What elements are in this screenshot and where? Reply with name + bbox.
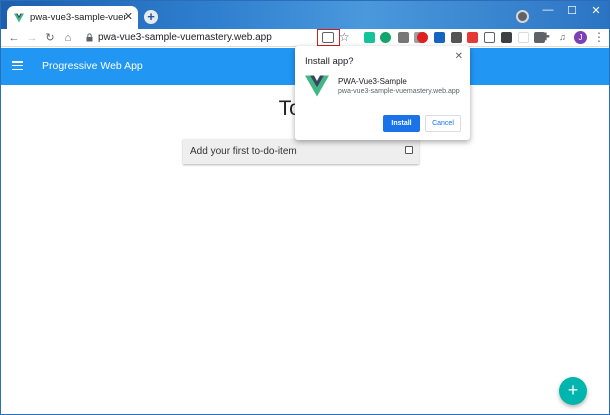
forward-button[interactable]: → xyxy=(25,31,39,45)
minimize-button[interactable]: — xyxy=(538,4,558,16)
bookmark-star-icon[interactable]: ☆ xyxy=(339,30,350,44)
opera-ext-icon[interactable] xyxy=(417,32,428,43)
lock-icon[interactable] xyxy=(86,33,93,42)
blank-ext-icon[interactable] xyxy=(518,32,529,43)
window-close-button[interactable]: ✕ xyxy=(586,4,606,17)
hamburger-menu-icon[interactable] xyxy=(12,61,23,71)
browser-tab[interactable]: pwa-vue3-sample-vuemastery ✕ xyxy=(7,6,138,29)
todo-item-text: Add your first to-do-item xyxy=(190,146,297,157)
square-ext-icon[interactable] xyxy=(398,32,409,43)
wallet-ext-icon[interactable] xyxy=(451,32,462,43)
install-app-icon[interactable] xyxy=(322,32,334,43)
app-title: Progressive Web App xyxy=(42,60,143,72)
add-todo-button[interactable]: + xyxy=(559,377,587,405)
browser-toolbar: ← → ↻ ⌂ pwa-vue3-sample-vuemastery.web.a… xyxy=(1,29,609,47)
todo-checkbox[interactable] xyxy=(405,146,413,154)
puzzle-icon[interactable]: ✚ xyxy=(540,32,551,43)
profile-circle-icon[interactable] xyxy=(516,10,529,23)
install-button[interactable]: Install xyxy=(383,115,420,132)
cancel-button[interactable]: Cancel xyxy=(425,115,461,132)
title-bar: pwa-vue3-sample-vuemastery ✕ + — ☐ ✕ xyxy=(1,1,609,29)
tab-title: pwa-vue3-sample-vuemastery xyxy=(30,12,126,23)
grammarly-icon[interactable] xyxy=(364,32,375,43)
dialog-app-url: pwa-vue3-sample-vuemastery.web.app xyxy=(338,88,460,95)
avatar[interactable]: J xyxy=(574,31,587,44)
vue-logo-icon xyxy=(305,75,329,97)
media-icon[interactable]: ♫ xyxy=(557,32,568,43)
todo-item[interactable]: Add your first to-do-item xyxy=(183,139,419,164)
address-bar[interactable]: pwa-vue3-sample-vuemastery.web.app xyxy=(98,32,272,43)
download-ext-icon[interactable] xyxy=(434,32,445,43)
eyedropper-icon[interactable] xyxy=(484,32,495,43)
browser-menu-icon[interactable]: ⋮ xyxy=(593,30,605,44)
back-button[interactable]: ← xyxy=(7,31,21,45)
install-app-dialog: Install app? ✕ PWA-Vue3-Sample pwa-vue3-… xyxy=(295,46,470,140)
maximize-button[interactable]: ☐ xyxy=(562,4,582,17)
browser-window: pwa-vue3-sample-vuemastery ✕ + — ☐ ✕ ← →… xyxy=(0,0,610,415)
home-button[interactable]: ⌂ xyxy=(61,31,75,45)
new-tab-button[interactable]: + xyxy=(144,10,158,24)
dialog-close-icon[interactable]: ✕ xyxy=(455,51,463,62)
green-g-icon[interactable] xyxy=(380,32,391,43)
dialog-app-name: PWA-Vue3-Sample xyxy=(338,77,407,86)
install-app-highlight[interactable] xyxy=(317,29,340,46)
dialog-title: Install app? xyxy=(305,56,354,67)
vue-favicon-icon xyxy=(14,13,24,22)
reload-button[interactable]: ↻ xyxy=(43,31,57,45)
cast-ext-icon[interactable] xyxy=(467,32,478,43)
tab-close-icon[interactable]: ✕ xyxy=(124,11,133,23)
blocker-ext-icon[interactable] xyxy=(501,32,512,43)
